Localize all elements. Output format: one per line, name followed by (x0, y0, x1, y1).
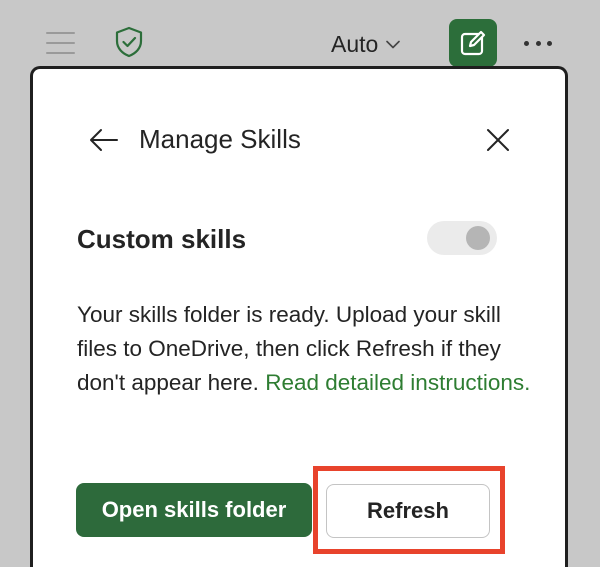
custom-skills-toggle[interactable] (427, 221, 497, 255)
dialog-header: Manage Skills (33, 69, 565, 209)
more-icon[interactable] (524, 34, 552, 52)
back-button[interactable] (88, 124, 120, 156)
dialog-title: Manage Skills (139, 124, 301, 154)
skills-description: Your skills folder is ready. Upload your… (77, 298, 537, 400)
close-icon (487, 129, 509, 151)
shield-check-icon[interactable] (114, 26, 144, 58)
manage-skills-dialog: Manage Skills Custom skills Your skills … (30, 66, 568, 567)
toggle-knob (466, 226, 490, 250)
close-button[interactable] (483, 125, 513, 155)
instructions-link[interactable]: Read detailed instructions. (265, 370, 530, 395)
refresh-button[interactable]: Refresh (326, 484, 490, 538)
chevron-down-icon (386, 40, 401, 48)
arrow-left-icon (90, 129, 118, 151)
compose-button[interactable] (449, 19, 497, 67)
compose-icon (460, 30, 486, 56)
custom-skills-heading: Custom skills (77, 224, 247, 254)
open-skills-folder-button[interactable]: Open skills folder (76, 483, 312, 537)
mode-label: Auto (331, 30, 379, 57)
mode-selector[interactable]: Auto (331, 28, 401, 60)
hamburger-menu-icon[interactable] (46, 32, 75, 54)
